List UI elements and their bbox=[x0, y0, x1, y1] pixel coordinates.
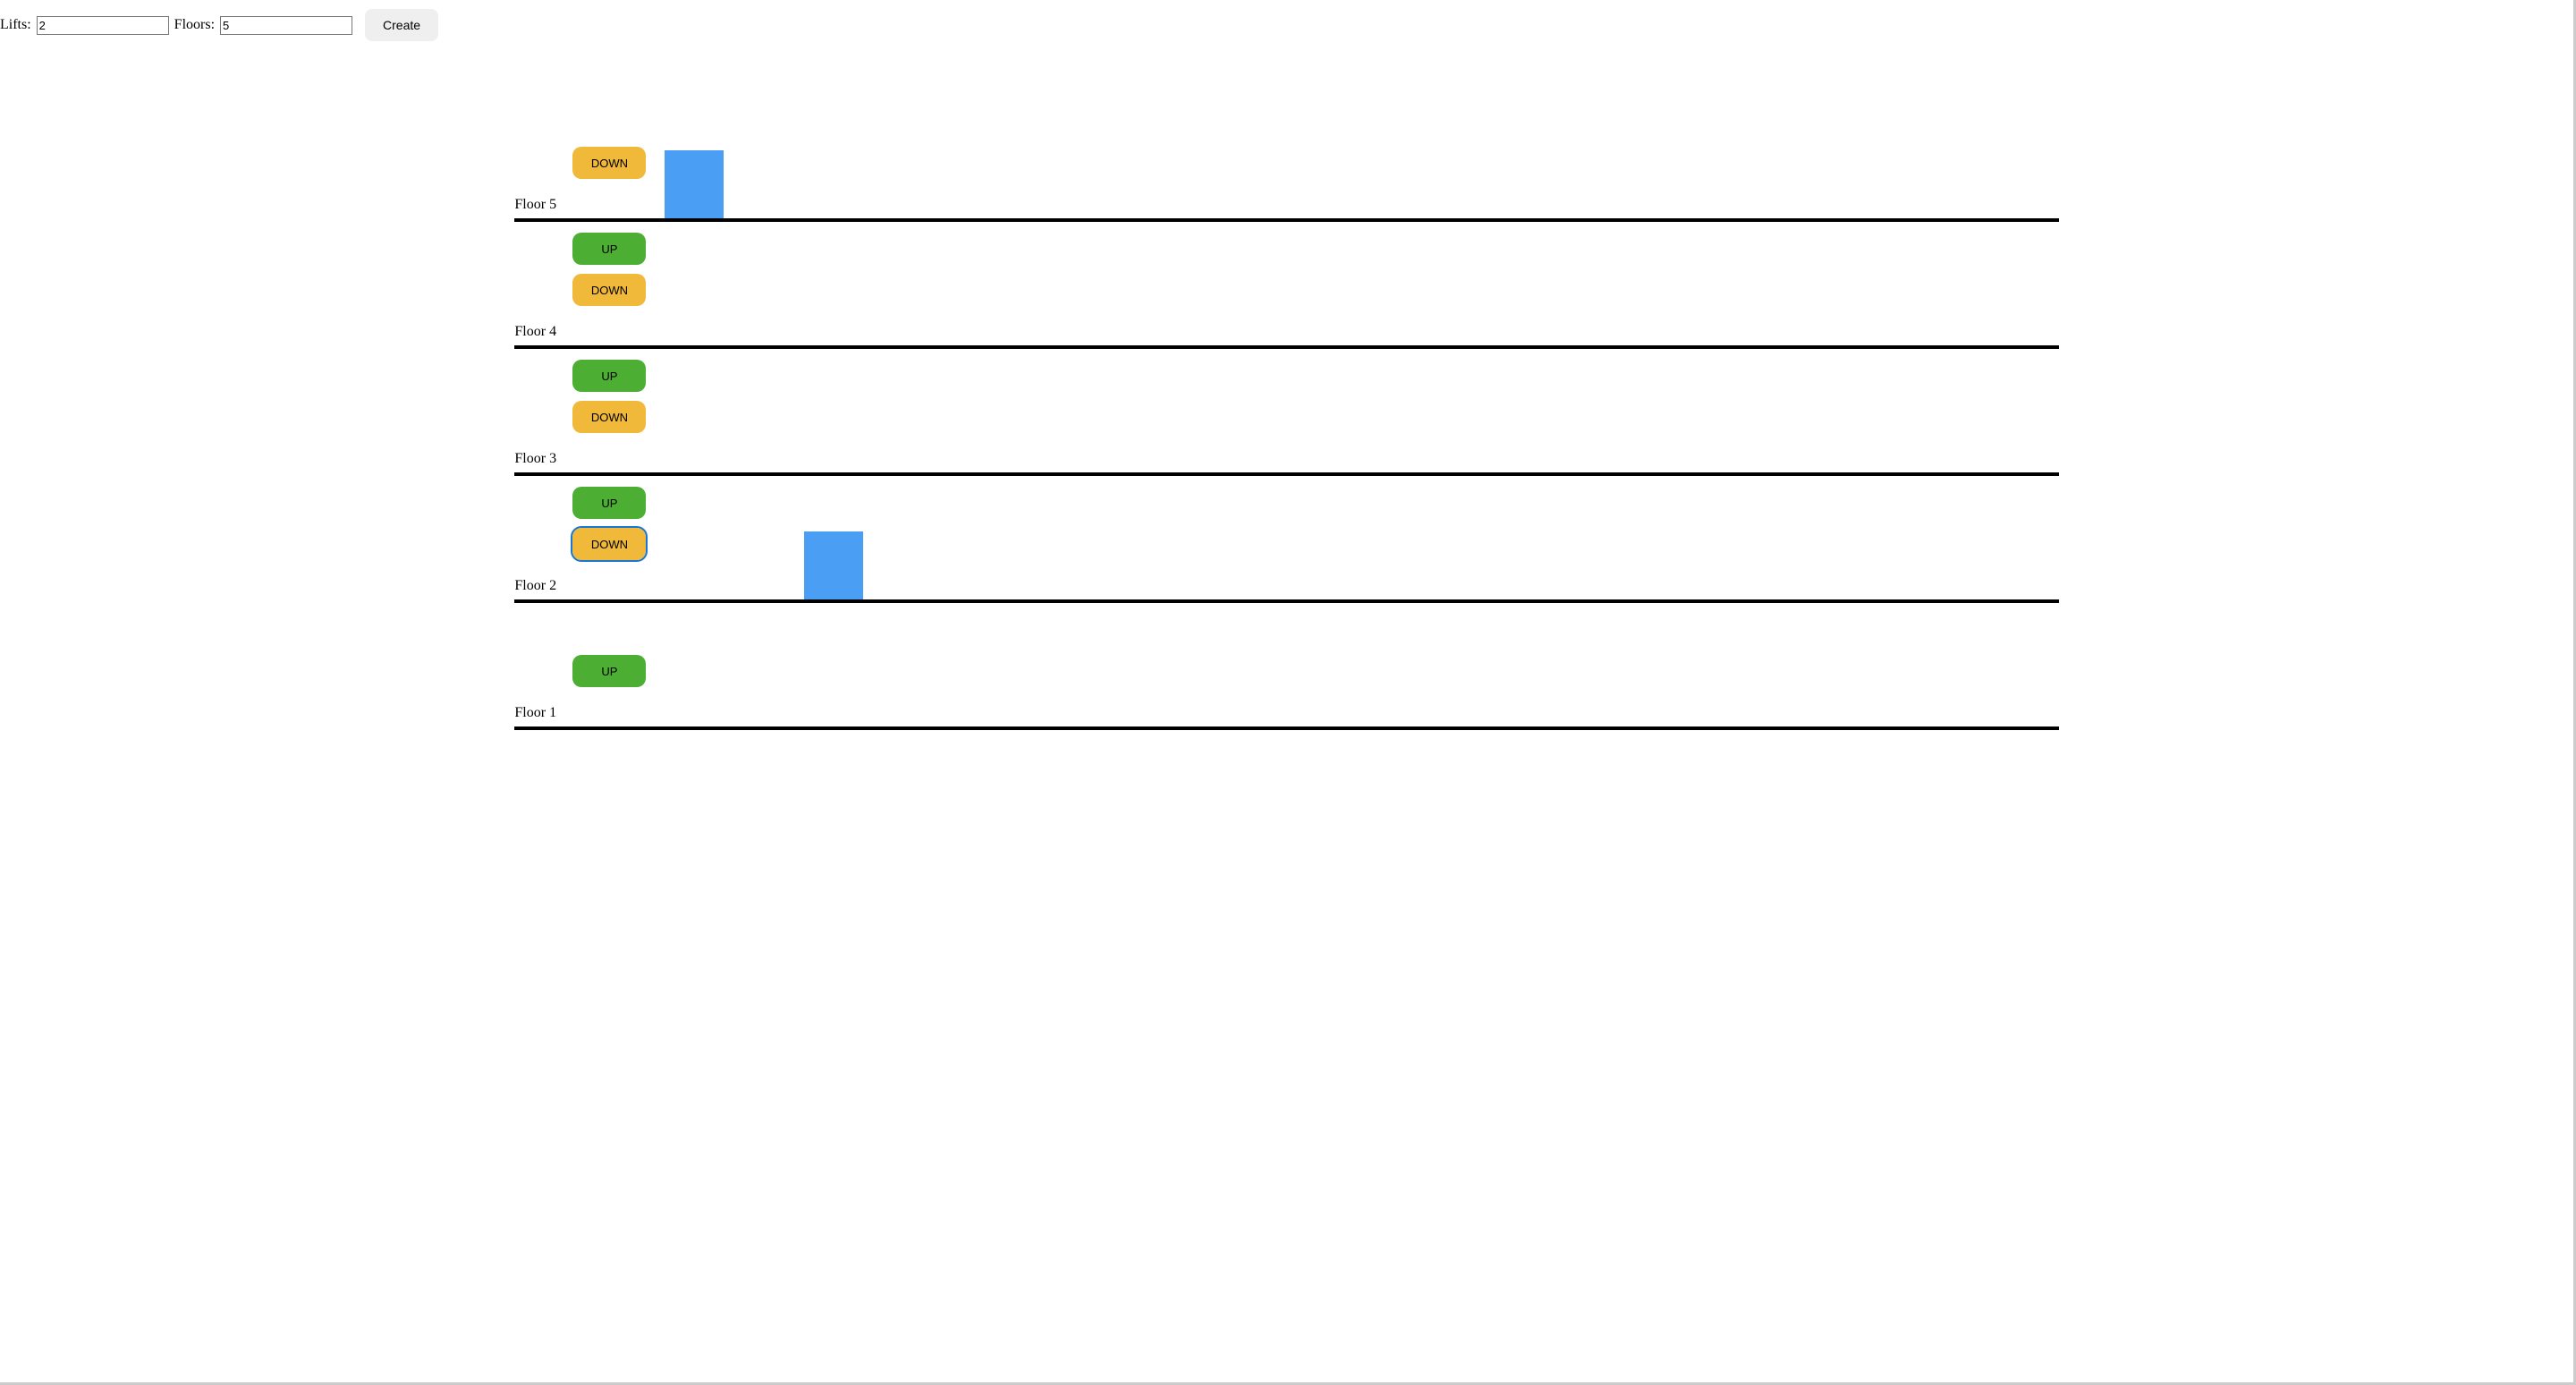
controls-bar: Lifts: Floors: Create bbox=[0, 0, 2573, 41]
down-button[interactable]: DOWN bbox=[572, 401, 646, 433]
lifts-label: Lifts: bbox=[0, 17, 31, 33]
call-buttons: UP DOWN bbox=[572, 487, 646, 560]
floors-input[interactable] bbox=[220, 16, 352, 35]
call-buttons: UP bbox=[572, 655, 646, 687]
floor-label: Floor 5 bbox=[514, 197, 556, 213]
call-buttons: DOWN bbox=[572, 147, 646, 179]
lift-2 bbox=[804, 531, 863, 599]
lift-1 bbox=[665, 150, 724, 218]
building: Floor 5DOWNFloor 4UPDOWNFloor 3UPDOWNFlo… bbox=[514, 95, 2058, 730]
floors-label: Floors: bbox=[174, 17, 215, 33]
lifts-input[interactable] bbox=[37, 16, 169, 35]
up-button[interactable]: UP bbox=[572, 655, 646, 687]
down-button[interactable]: DOWN bbox=[572, 274, 646, 306]
down-button[interactable]: DOWN bbox=[572, 147, 646, 179]
floor-3: Floor 3 UP DOWN bbox=[514, 349, 2058, 476]
floor-label: Floor 2 bbox=[514, 578, 556, 594]
floor-2: Floor 2 UP DOWN bbox=[514, 476, 2058, 603]
up-button[interactable]: UP bbox=[572, 233, 646, 265]
down-button[interactable]: DOWN bbox=[572, 528, 646, 560]
floor-1: Floor 1 UP bbox=[514, 603, 2058, 730]
call-buttons: UP DOWN bbox=[572, 233, 646, 306]
floor-5: Floor 5 DOWN bbox=[514, 95, 2058, 222]
floor-label: Floor 3 bbox=[514, 451, 556, 467]
call-buttons: UP DOWN bbox=[572, 360, 646, 433]
up-button[interactable]: UP bbox=[572, 487, 646, 519]
create-button[interactable]: Create bbox=[365, 9, 438, 41]
floor-label: Floor 4 bbox=[514, 324, 556, 340]
floor-label: Floor 1 bbox=[514, 705, 556, 721]
up-button[interactable]: UP bbox=[572, 360, 646, 392]
floor-4: Floor 4 UP DOWN bbox=[514, 222, 2058, 349]
